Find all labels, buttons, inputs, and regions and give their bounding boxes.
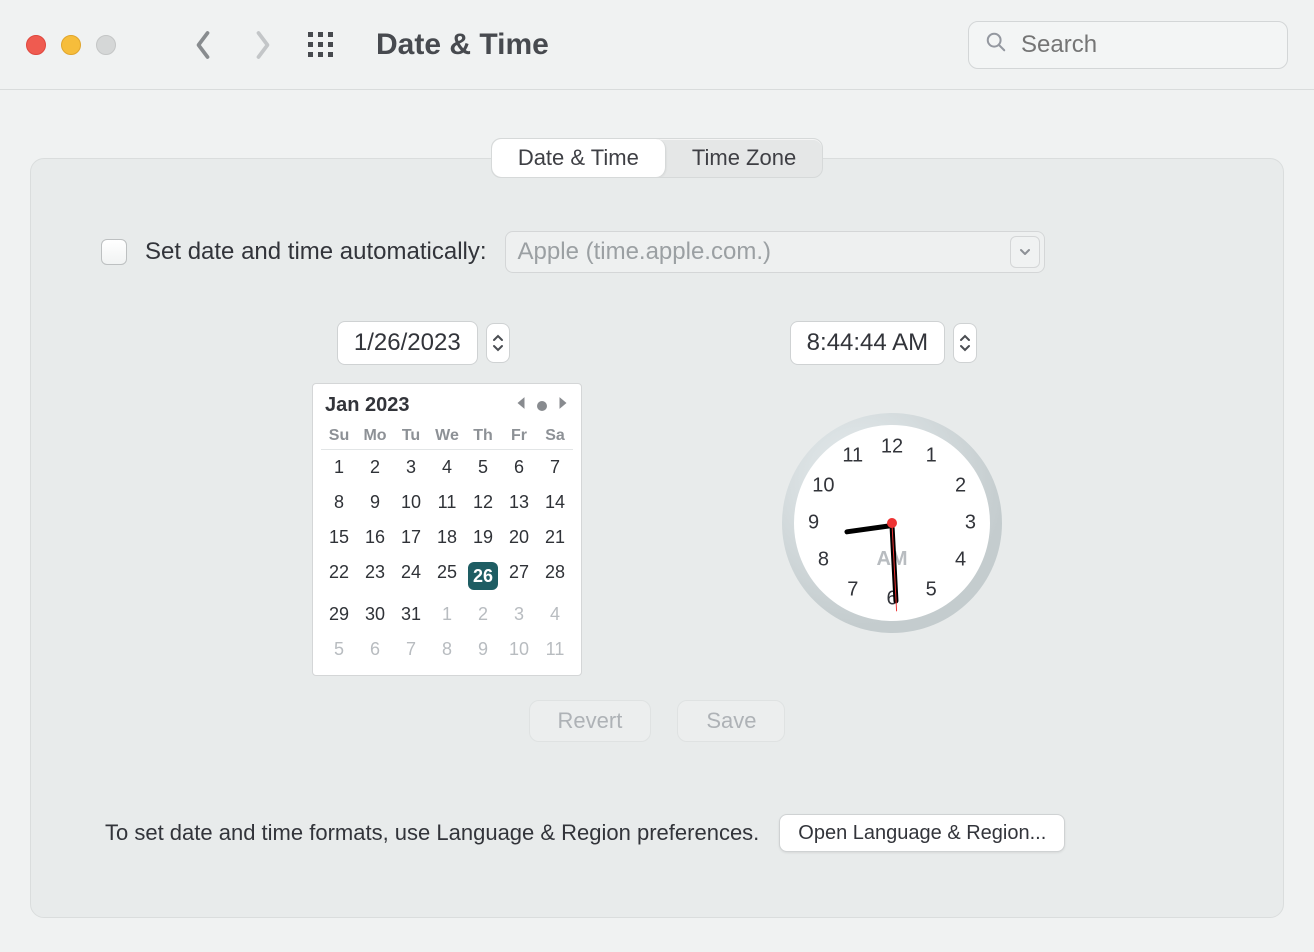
- open-language-region-button[interactable]: Open Language & Region...: [779, 814, 1065, 852]
- search-input[interactable]: [1019, 30, 1271, 60]
- calendar-dow: Tu: [393, 423, 429, 450]
- clock-hour-hand: [844, 523, 892, 535]
- calendar-day[interactable]: 28: [537, 555, 573, 597]
- time-server-combo[interactable]: Apple (time.apple.com.): [505, 231, 1045, 273]
- calendar-dow: Fr: [501, 423, 537, 450]
- revert-button[interactable]: Revert: [529, 700, 652, 742]
- calendar-day[interactable]: 17: [393, 520, 429, 555]
- window-controls: [26, 35, 116, 55]
- back-button[interactable]: [186, 25, 220, 65]
- time-field[interactable]: 8:44:44 AM: [790, 321, 945, 365]
- calendar-day[interactable]: 5: [465, 450, 501, 485]
- page-title: Date & Time: [376, 28, 549, 62]
- calendar-day[interactable]: 11: [429, 485, 465, 520]
- date-field[interactable]: 1/26/2023: [337, 321, 478, 365]
- calendar-dow: Su: [321, 423, 357, 450]
- chevron-down-icon: [492, 343, 504, 353]
- calendar-day: 11: [537, 632, 573, 667]
- calendar-month-label: Jan 2023: [325, 394, 515, 417]
- calendar-day[interactable]: 16: [357, 520, 393, 555]
- analog-clock[interactable]: 12 1 2 3 4 5 6 7 8 9 10 11 AM: [782, 413, 1002, 633]
- show-all-icon[interactable]: [306, 30, 336, 60]
- calendar-next-button[interactable]: [557, 396, 569, 415]
- search-field[interactable]: [968, 21, 1288, 69]
- calendar-day: 6: [357, 632, 393, 667]
- calendar-day[interactable]: 15: [321, 520, 357, 555]
- calendar-day[interactable]: 19: [465, 520, 501, 555]
- tab-date-time[interactable]: Date & Time: [492, 139, 666, 177]
- calendar-day[interactable]: 27: [501, 555, 537, 597]
- calendar-day[interactable]: 2: [357, 450, 393, 485]
- calendar-prev-button[interactable]: [515, 396, 527, 415]
- calendar-day[interactable]: 13: [501, 485, 537, 520]
- time-server-value: Apple (time.apple.com.): [518, 238, 771, 266]
- calendar-day[interactable]: 29: [321, 597, 357, 632]
- calendar-day: 4: [537, 597, 573, 632]
- calendar-day[interactable]: 30: [357, 597, 393, 632]
- minimize-window-button[interactable]: [61, 35, 81, 55]
- chevron-up-icon: [492, 333, 504, 343]
- calendar-today-button[interactable]: [537, 401, 547, 411]
- auto-set-checkbox[interactable]: [101, 239, 127, 265]
- calendar-day[interactable]: 3: [393, 450, 429, 485]
- date-stepper[interactable]: [486, 323, 510, 363]
- calendar-dow: We: [429, 423, 465, 450]
- auto-set-label: Set date and time automatically:: [145, 238, 487, 266]
- calendar-day[interactable]: 1: [321, 450, 357, 485]
- calendar-dow: Sa: [537, 423, 573, 450]
- calendar-day[interactable]: 8: [321, 485, 357, 520]
- calendar-day[interactable]: 21: [537, 520, 573, 555]
- calendar-dow: Mo: [357, 423, 393, 450]
- calendar-day[interactable]: 6: [501, 450, 537, 485]
- footer-hint: To set date and time formats, use Langua…: [105, 820, 759, 846]
- combo-disclose-button[interactable]: [1010, 236, 1040, 268]
- calendar-day: 8: [429, 632, 465, 667]
- calendar-dow: Th: [465, 423, 501, 450]
- toolbar: Date & Time: [0, 0, 1314, 90]
- forward-button[interactable]: [246, 25, 280, 65]
- calendar-day: 7: [393, 632, 429, 667]
- calendar-day[interactable]: 26: [465, 555, 501, 597]
- search-icon: [985, 31, 1019, 58]
- calendar-day[interactable]: 20: [501, 520, 537, 555]
- close-window-button[interactable]: [26, 35, 46, 55]
- date-editor: 1/26/2023: [337, 321, 510, 365]
- calendar-day[interactable]: 24: [393, 555, 429, 597]
- calendar-day: 2: [465, 597, 501, 632]
- calendar[interactable]: Jan 2023 SuMoTuWeThFrSa 1234567891011121…: [312, 383, 582, 676]
- chevron-up-icon: [959, 333, 971, 343]
- calendar-day[interactable]: 31: [393, 597, 429, 632]
- calendar-day[interactable]: 7: [537, 450, 573, 485]
- calendar-day: 5: [321, 632, 357, 667]
- calendar-day[interactable]: 18: [429, 520, 465, 555]
- calendar-day[interactable]: 25: [429, 555, 465, 597]
- time-stepper[interactable]: [953, 323, 977, 363]
- calendar-day: 10: [501, 632, 537, 667]
- clock-face: 12 1 2 3 4 5 6 7 8 9 10 11 AM: [794, 425, 990, 621]
- calendar-day[interactable]: 12: [465, 485, 501, 520]
- calendar-day[interactable]: 14: [537, 485, 573, 520]
- time-editor: 8:44:44 AM: [790, 321, 977, 365]
- tab-bar: Date & Time Time Zone: [30, 138, 1284, 178]
- chevron-down-icon: [959, 343, 971, 353]
- calendar-day: 3: [501, 597, 537, 632]
- calendar-day[interactable]: 22: [321, 555, 357, 597]
- save-button[interactable]: Save: [677, 700, 785, 742]
- calendar-day[interactable]: 23: [357, 555, 393, 597]
- clock-pivot: [887, 518, 897, 528]
- calendar-day[interactable]: 10: [393, 485, 429, 520]
- calendar-day: 9: [465, 632, 501, 667]
- calendar-day: 1: [429, 597, 465, 632]
- tab-time-zone[interactable]: Time Zone: [666, 139, 822, 177]
- calendar-day[interactable]: 4: [429, 450, 465, 485]
- calendar-day[interactable]: 9: [357, 485, 393, 520]
- auto-set-row: Set date and time automatically: Apple (…: [101, 231, 1213, 273]
- zoom-window-button[interactable]: [96, 35, 116, 55]
- preferences-panel: Set date and time automatically: Apple (…: [30, 158, 1284, 918]
